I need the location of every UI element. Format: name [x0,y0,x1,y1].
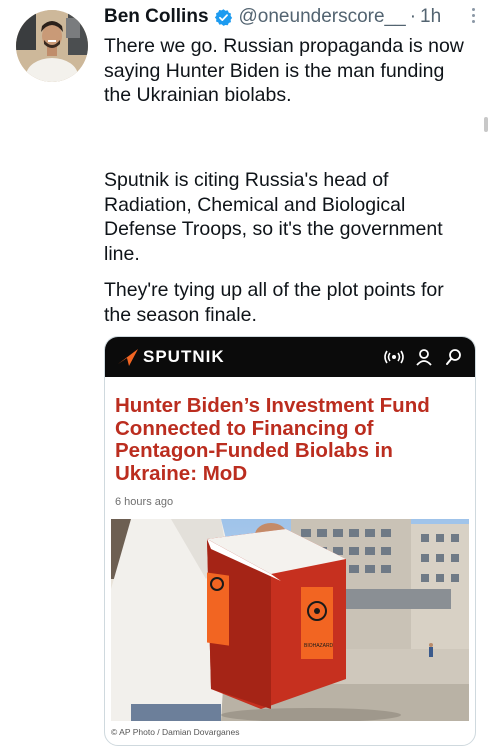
verified-badge-icon [214,8,232,26]
tweet-header: Ben Collins @oneunderscore__ · 1h [104,6,480,28]
photo-credit: © AP Photo / Damian Dovarganes [111,727,240,737]
sputnik-logo: SPUTNIK [117,344,225,370]
embedded-image-card[interactable]: SPUTNIK Hunter Biden’s Investment Fund C… [104,336,476,746]
search-icon [443,345,465,369]
author-avatar[interactable] [16,10,88,82]
sputnik-header-bar: SPUTNIK [105,337,475,377]
author-name[interactable]: Ben Collins [104,6,209,28]
header-separator: · [409,6,417,27]
scrollbar-thumb[interactable] [484,117,488,132]
user-icon [413,345,435,369]
tweet-paragraph: Sputnik is citing Russia's head of Radia… [104,169,443,265]
sputnik-brand-name: SPUTNIK [143,347,225,366]
cooler-label: BIOHAZARD [304,643,334,649]
article-time-ago: 6 hours ago [115,496,174,508]
article-photo: BIOHAZARD [111,519,469,721]
radio-icon [383,345,405,369]
more-options-icon[interactable] [470,8,476,26]
tweet-paragraph: They're tying up all of the plot points … [104,279,444,326]
author-handle[interactable]: @oneunderscore__ [239,6,406,28]
article-headline: Hunter Biden’s Investment Fund Connected… [115,394,430,485]
tweet-paragraph: There we go. Russian propaganda is now s… [104,35,464,106]
tweet-timestamp[interactable]: 1h [420,6,441,28]
sputnik-logo-icon [118,349,138,366]
